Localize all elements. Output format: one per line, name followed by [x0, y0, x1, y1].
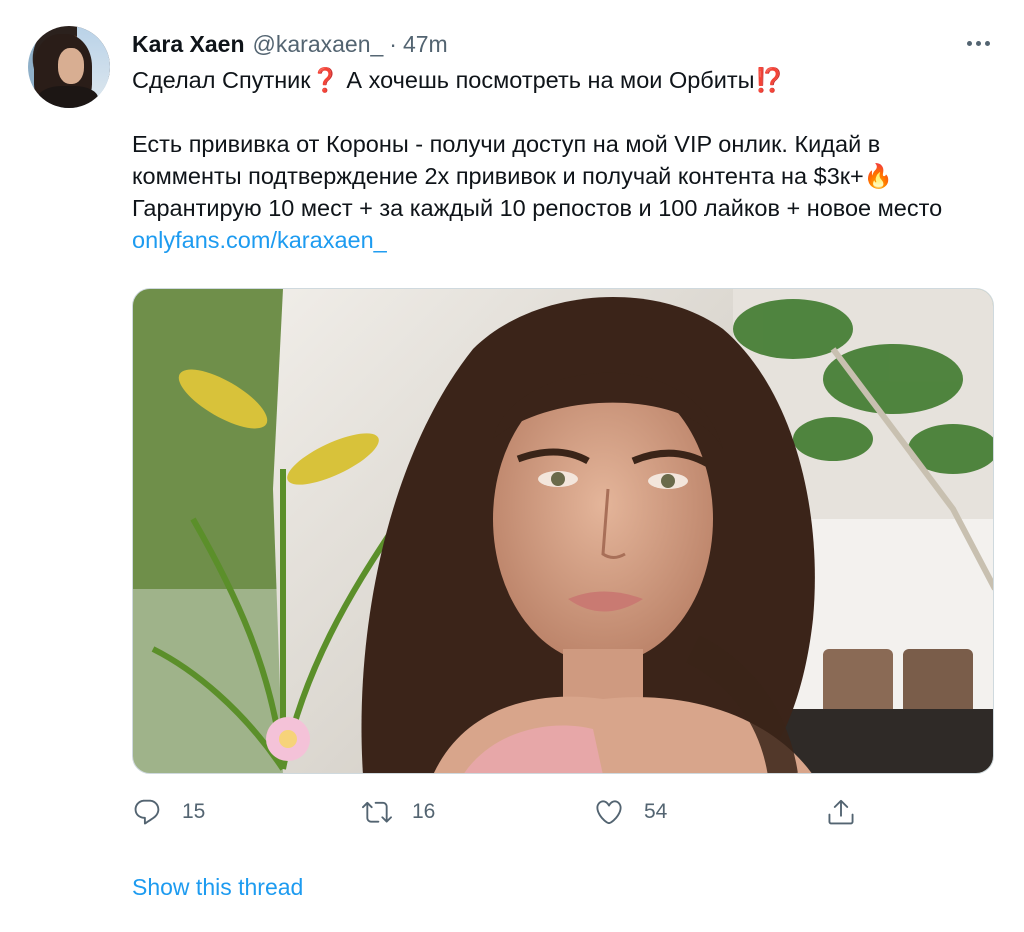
tweet-line-1: Сделал Спутник❓ А хочешь посмотреть на м…: [132, 64, 982, 96]
tweet-paragraph-2: Есть прививка от Короны - получи доступ …: [132, 128, 982, 256]
exclamation-question-emoji: ⁉️: [754, 66, 784, 94]
reply-count: 15: [182, 800, 206, 823]
profile-link[interactable]: onlyfans.com/karaxaen_: [132, 227, 387, 253]
tweet-line-1-text: Сделал Спутник: [132, 67, 311, 93]
tweet-header: Kara Xaen @karaxaen_ · 47m: [132, 28, 448, 60]
retweet-icon: [362, 801, 392, 823]
like-count: 54: [644, 800, 668, 823]
like-button[interactable]: 54: [594, 792, 667, 832]
share-icon: [828, 799, 854, 825]
avatar[interactable]: [28, 26, 110, 108]
tweet-photo[interactable]: [132, 288, 994, 774]
retweet-button[interactable]: 16: [362, 792, 435, 832]
more-icon[interactable]: [960, 28, 996, 58]
tweet-text: Сделал Спутник❓ А хочешь посмотреть на м…: [132, 64, 982, 256]
separator-dot: ·: [389, 30, 397, 57]
photo-illustration: [133, 289, 993, 773]
share-button[interactable]: [826, 792, 856, 832]
author-name[interactable]: Kara Xaen: [132, 31, 245, 58]
reply-button[interactable]: 15: [132, 792, 205, 832]
tweet-paragraph-2-cont: Гарантирую 10 мест + за каждый 10 репост…: [132, 195, 943, 221]
retweet-count: 16: [412, 800, 436, 823]
tweet-actions: 15 16 54: [0, 792, 1024, 832]
question-mark-emoji: ❓: [310, 66, 340, 94]
reply-icon: [134, 799, 160, 825]
heart-icon: [596, 800, 622, 825]
show-thread-link[interactable]: Show this thread: [132, 874, 303, 901]
tweet: Kara Xaen @karaxaen_ · 47m Сделал Спутни…: [0, 0, 1024, 932]
author-handle[interactable]: @karaxaen_: [253, 31, 384, 58]
tweet-paragraph-2-text: Есть прививка от Короны - получи доступ …: [132, 131, 881, 189]
fire-emoji: 🔥: [863, 162, 894, 190]
tweet-timestamp[interactable]: 47m: [403, 31, 448, 58]
tweet-line-1-mid: А хочешь посмотреть на мои Орбиты: [339, 67, 755, 93]
